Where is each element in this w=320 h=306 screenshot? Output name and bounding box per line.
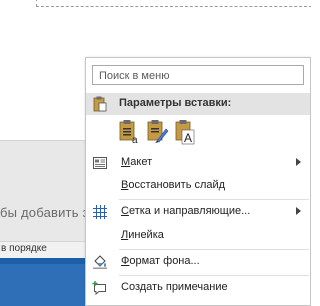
menu-separator [119,199,309,200]
slide-placeholder-border [36,0,311,7]
menu-item-new-comment[interactable]: Создать примечание [86,277,310,299]
menu-item-grid-and-guides[interactable]: Сетка и направляющие... [86,201,310,223]
keep-text-only-icon[interactable]: A [175,119,197,145]
layout-icon [92,155,108,171]
menu-item-format-background[interactable]: Формат фона... [86,251,310,273]
paste-options-label: Параметры вставки: [119,97,232,109]
svg-text:a: a [132,135,138,145]
menu-item-new-comment-label: Создать примечание [121,281,228,293]
powerpoint-workspace: бы добавить з в порядке Параметры вставк… [0,0,311,306]
clipboard-icon [93,96,107,112]
menu-item-reset-slide-label: Восстановить слайд [121,179,226,191]
submenu-arrow-icon [296,207,301,215]
menu-item-reset-slide[interactable]: Восстановить слайд [86,175,310,197]
status-bar-text: в порядке [1,243,47,254]
paste-options-header: Параметры вставки: [86,93,310,115]
menu-item-grid-and-guides-label: Сетка и направляющие... [121,205,251,217]
keep-source-formatting-icon[interactable]: a [119,119,141,146]
notes-placeholder-text: бы добавить з [0,205,89,220]
menu-item-format-background-label: Формат фона... [121,255,200,267]
format-background-icon [92,254,108,270]
new-comment-icon [92,280,108,296]
menu-separator [119,249,309,250]
submenu-arrow-icon [296,158,301,166]
menu-item-layout-label: Макет [121,156,153,168]
menu-item-ruler-label: Линейка [121,229,164,241]
menu-item-ruler[interactable]: Линейка [86,225,310,247]
grid-icon [92,204,108,220]
menu-separator [119,275,309,276]
svg-text:A: A [184,131,192,145]
menu-search-box[interactable] [92,65,304,85]
menu-item-layout[interactable]: Макет [86,152,310,174]
use-destination-theme-icon[interactable] [147,119,169,145]
context-menu: Параметры вставки: a [85,57,311,306]
menu-search-input[interactable] [99,68,295,84]
